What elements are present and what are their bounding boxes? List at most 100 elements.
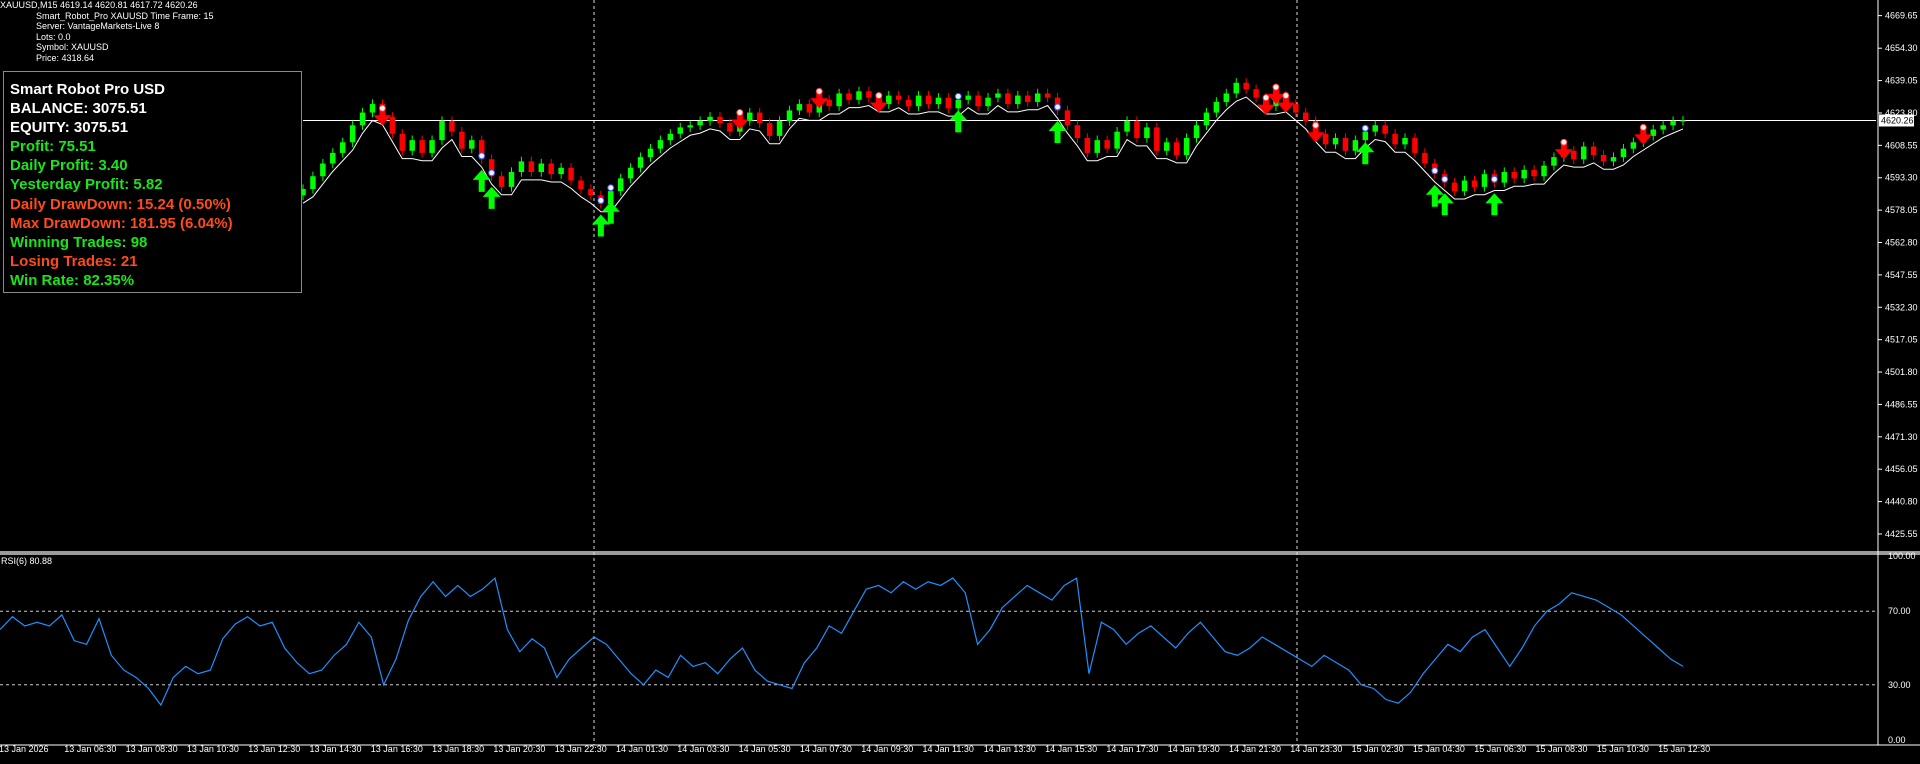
- buy-arrow-shape: [949, 110, 968, 133]
- candle-body: [1233, 82, 1239, 94]
- candle-body: [866, 91, 872, 98]
- signal-dot: [1431, 167, 1439, 175]
- candle-body: [1372, 125, 1378, 132]
- time-tick-label: 13 Jan 20:30: [493, 744, 545, 754]
- signal-dot: [488, 169, 496, 177]
- signal-dot: [1054, 103, 1062, 111]
- signal-dot: [597, 196, 605, 204]
- signal-dot: [1262, 94, 1270, 102]
- candle-body: [349, 125, 356, 143]
- time-tick-label: 14 Jan 03:30: [677, 744, 729, 754]
- candle-body: [697, 121, 703, 126]
- candle-body: [1511, 172, 1517, 179]
- candle-body: [766, 123, 773, 136]
- candle-body: [1044, 93, 1051, 98]
- price-tick-label: 4639.05: [1885, 76, 1918, 86]
- time-tick-label: 14 Jan 23:30: [1290, 744, 1342, 754]
- candle-body: [419, 140, 425, 153]
- signal-dot: [1361, 124, 1369, 132]
- candle-body: [1154, 127, 1160, 151]
- candle-body: [439, 121, 445, 141]
- candle-body: [1451, 182, 1458, 192]
- candle-body: [1005, 93, 1011, 105]
- buy-arrow-icon: [472, 169, 491, 192]
- candle-body: [1571, 150, 1577, 160]
- current-price-tag-label: 4620.26: [1881, 115, 1914, 125]
- candle-body: [1422, 152, 1428, 164]
- candle-body: [1392, 133, 1398, 145]
- buy-arrow-icon: [1356, 142, 1375, 165]
- candle-body: [339, 142, 346, 153]
- candle-body: [905, 99, 912, 107]
- candle-body: [677, 127, 683, 134]
- rsi-tick-label: 100.00: [1888, 551, 1916, 561]
- candle-body: [1223, 93, 1230, 102]
- candle-body: [935, 97, 942, 105]
- signal-dot: [378, 104, 386, 112]
- daily-drawdown-value: Daily DrawDown: 15.24 (0.50%): [10, 195, 231, 213]
- time-tick-label: 14 Jan 21:30: [1229, 744, 1281, 754]
- candle-body: [1461, 180, 1468, 192]
- indicator-line: Price: 4318.64: [36, 52, 95, 63]
- time-tick-label: 15 Jan 04:30: [1413, 744, 1465, 754]
- candle-body: [1521, 169, 1527, 179]
- time-tick-label: 14 Jan 13:30: [984, 744, 1036, 754]
- support-line: [302, 96, 1684, 213]
- candle-body: [1630, 142, 1637, 149]
- candle-body: [320, 163, 326, 177]
- buy-arrow-shape: [1048, 121, 1067, 144]
- symbol-header: XAUUSD,M15 4619.14 4620.81 4617.72 4620.…: [0, 0, 198, 10]
- candle-body: [538, 163, 545, 173]
- candle-body: [1293, 104, 1299, 113]
- time-tick-label: 15 Jan 06:30: [1474, 744, 1526, 754]
- time-tick-label: 15 Jan 08:30: [1536, 744, 1588, 754]
- indicator-line: Server: VantageMarkets-Live 8: [36, 21, 160, 31]
- price-tick-label: 4578.05: [1885, 205, 1918, 215]
- balance-value: BALANCE: 3075.51: [10, 100, 147, 118]
- candle-body: [498, 176, 505, 187]
- max-drawdown-value: Max DrawDown: 181.95 (6.04%): [10, 214, 233, 232]
- price-tick-label: 4608.55: [1885, 140, 1918, 150]
- rsi-line: [0, 576, 1684, 707]
- candle-body: [1193, 125, 1200, 139]
- price-tick-label: 4562.80: [1885, 238, 1918, 248]
- buy-arrow-icon: [1425, 184, 1444, 207]
- candle-body: [568, 167, 574, 181]
- candle-series: [300, 78, 1686, 213]
- candle-body: [1034, 93, 1041, 102]
- candle-body: [389, 116, 396, 134]
- candle-body: [1084, 138, 1091, 153]
- robot-stats-panel: Smart Robot Pro USD BALANCE: 3075.51 EQU…: [3, 71, 302, 293]
- time-tick-label: 14 Jan 09:30: [861, 744, 913, 754]
- candle-body: [369, 104, 376, 113]
- candle-body: [1213, 101, 1220, 113]
- candle-body: [657, 140, 664, 149]
- indicator-line: Symbol: XAUUSD: [36, 42, 109, 52]
- candle-body: [796, 104, 803, 111]
- candle-body: [1322, 133, 1329, 145]
- candle-body: [965, 95, 971, 100]
- candle-body: [1104, 140, 1110, 149]
- time-tick-label: 13 Jan 12:30: [248, 744, 300, 754]
- time-tick-label: 14 Jan 01:30: [616, 744, 668, 754]
- time-tick-label: 13 Jan 16:30: [371, 744, 423, 754]
- signal-dot: [1272, 83, 1280, 91]
- candle-body: [310, 176, 316, 189]
- daily-profit-value: Daily Profit: 3.40: [10, 157, 128, 175]
- time-tick-label: 14 Jan 19:30: [1168, 744, 1220, 754]
- candle-body: [1531, 169, 1537, 177]
- signal-dot: [875, 92, 883, 100]
- candle-body: [995, 93, 1001, 98]
- candle-body: [955, 99, 961, 109]
- time-tick-label: 15 Jan 02:30: [1352, 744, 1404, 754]
- rsi-tick-label: 30.00: [1888, 680, 1911, 690]
- candle-body: [359, 112, 366, 126]
- candle-body: [786, 110, 793, 122]
- buy-arrow-shape: [1435, 193, 1454, 216]
- candle-body: [776, 121, 783, 136]
- candle-body: [330, 152, 336, 164]
- buy-arrow-icon: [1485, 193, 1504, 216]
- rsi-indicator-label: RSI(6) 80.88: [1, 556, 53, 566]
- price-tick-label: 4593.30: [1885, 173, 1918, 183]
- price-tick-label: 4440.80: [1885, 497, 1918, 507]
